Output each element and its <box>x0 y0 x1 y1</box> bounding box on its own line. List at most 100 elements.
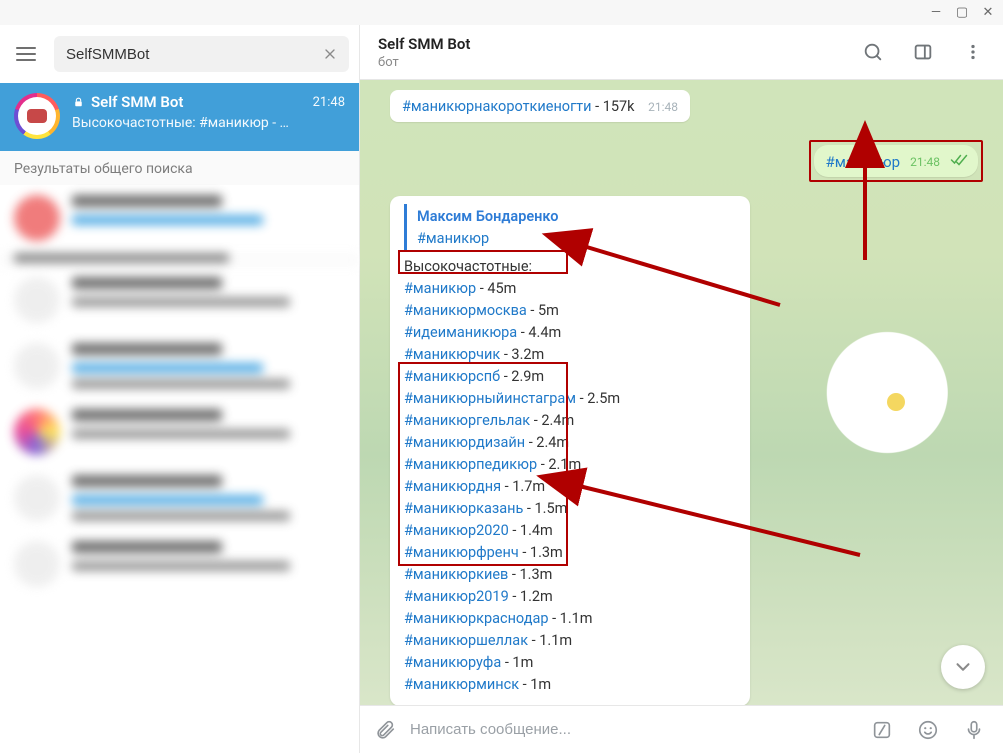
hashtag-link[interactable]: #маникюр <box>826 153 901 171</box>
panel-icon <box>912 41 934 63</box>
hashtag-count: - 2.4m <box>530 412 574 429</box>
hashtag-link[interactable]: #маникюрспб <box>404 368 500 385</box>
hashtag-link[interactable]: #маникюркиев <box>404 566 508 583</box>
slash-icon <box>871 719 893 741</box>
hashtag-link[interactable]: #маникюр2019 <box>404 588 509 605</box>
search-box[interactable] <box>54 36 349 72</box>
section-heading: Высокочастотные: <box>404 256 736 278</box>
message-time: 21:48 <box>910 155 940 169</box>
hashtag-link[interactable]: #маникюрказань <box>404 500 523 517</box>
attach-button[interactable] <box>364 709 406 751</box>
hashtag-link[interactable]: #маникюрныйинстаграм <box>404 390 576 407</box>
chat-title: Self SMM Bot <box>91 93 183 111</box>
hashtag-count: - 4.4m <box>517 324 561 341</box>
hashtag-count: - 2.1m <box>537 456 581 473</box>
hashtag-line: #маникюрказань - 1.5m <box>404 498 736 520</box>
message-in-reply[interactable]: Максим Бондаренко #маникюр Высокочастотн… <box>390 196 750 705</box>
chevron-down-icon <box>952 656 974 678</box>
hashtag-count: - 1m <box>519 676 551 693</box>
hashtag-link[interactable]: #маникюр <box>404 280 476 297</box>
hashtag-count: - 45m <box>476 280 516 297</box>
chat-time: 21:48 <box>313 95 345 110</box>
hashtag-count: - 3.2m <box>500 346 544 363</box>
hashtag-link[interactable]: #маникюркраснодар <box>404 610 548 627</box>
hashtag-count: - 1.5m <box>523 500 567 517</box>
hashtag-link[interactable]: #маникюрдизайн <box>404 434 525 451</box>
scroll-to-bottom-button[interactable] <box>941 645 985 689</box>
message-input[interactable] <box>410 721 857 738</box>
hashtag-count: - 2.5m <box>576 390 620 407</box>
hashtag-line: #маникюрдня - 1.7m <box>404 476 736 498</box>
clear-search-button[interactable] <box>317 41 343 67</box>
hashtag-link[interactable]: #маникюрмосква <box>404 302 527 319</box>
search-section-label: Результаты общего поиска <box>0 151 359 185</box>
sidebar: Self SMM Bot 21:48 Высокочастотные: #ман… <box>0 25 360 753</box>
hashtag-count: - 1.7m <box>501 478 545 495</box>
emoji-button[interactable] <box>907 709 949 751</box>
hashtag-line: #маникюрмосква - 5m <box>404 300 736 322</box>
hashtag-line: #маникюрфренч - 1.3m <box>404 542 736 564</box>
chat-preview: Высокочастотные: #маникюр - … <box>72 115 345 131</box>
hashtag-link[interactable]: #маникюруфа <box>404 654 501 671</box>
hashtag-line: #маникюр - 45m <box>404 278 736 300</box>
avatar <box>14 93 60 139</box>
paperclip-icon <box>374 719 396 741</box>
menu-button[interactable] <box>6 34 46 74</box>
more-vertical-icon <box>962 41 984 63</box>
read-checks-icon <box>950 153 968 171</box>
hashtag-link[interactable]: #маникюрфренч <box>404 544 519 561</box>
microphone-icon <box>963 719 985 741</box>
window-minimize-button[interactable]: — <box>929 6 943 20</box>
hashtag-line: #маникюр2019 - 1.2m <box>404 586 736 608</box>
hashtag-line: #маникюрпедикюр - 2.1m <box>404 454 736 476</box>
hashtag-line: #маникюр2020 - 1.4m <box>404 520 736 542</box>
hashtag-link[interactable]: #маникюршеллак <box>404 632 528 649</box>
more-button[interactable] <box>953 32 993 72</box>
message-in[interactable]: #маникюрнакороткиеногти - 157k 21:48 <box>390 90 690 122</box>
bot-icon <box>72 96 85 109</box>
window-close-button[interactable]: ✕ <box>981 6 995 20</box>
compose-bar <box>360 705 1003 753</box>
hashtag-count: - 1.3m <box>519 544 563 561</box>
hashtag-link[interactable]: #маникюргельлак <box>404 412 530 429</box>
annotation-box: #маникюр 21:48 <box>809 140 984 182</box>
side-panel-button[interactable] <box>903 32 943 72</box>
window-titlebar: — ▢ ✕ <box>0 0 1003 25</box>
hashtag-count: - 1.2m <box>509 588 553 605</box>
search-input[interactable] <box>66 46 317 63</box>
hashtag-line: #маникюршеллак - 1.1m <box>404 630 736 652</box>
message-out[interactable]: #маникюр 21:48 <box>814 145 979 177</box>
hashtag-link[interactable]: #маникюрпедикюр <box>404 456 537 473</box>
hashtag-link[interactable]: #маникюр2020 <box>404 522 509 539</box>
hashtag-line: #маникюрчик - 3.2m <box>404 344 736 366</box>
hashtag-line: #маникюрспб - 2.9m <box>404 366 736 388</box>
voice-button[interactable] <box>953 709 995 751</box>
hashtag-line: #маникюрныйинстаграм - 2.5m <box>404 388 736 410</box>
hashtag-link[interactable]: #маникюрдня <box>404 478 501 495</box>
header-title: Self SMM Bot <box>378 35 843 53</box>
active-chat-item[interactable]: Self SMM Bot 21:48 Высокочастотные: #ман… <box>0 83 359 151</box>
close-icon <box>322 46 338 62</box>
hashtag-link[interactable]: #маникюрминск <box>404 676 519 693</box>
hashtag-link[interactable]: #маникюрнакороткиеногти <box>402 98 592 115</box>
hashtag-count: - 2.4m <box>525 434 569 451</box>
chat-header: Self SMM Bot бот <box>360 25 1003 80</box>
hashtag-link[interactable]: #идеиманикюра <box>404 324 517 341</box>
text: - 157k <box>592 98 635 115</box>
hashtag-count: - 2.9m <box>500 368 544 385</box>
hashtag-line: #идеиманикюра - 4.4m <box>404 322 736 344</box>
window-maximize-button[interactable]: ▢ <box>955 6 969 20</box>
blurred-search-results <box>0 185 359 753</box>
hashtag-link[interactable]: #маникюрчик <box>404 346 500 363</box>
hashtag-line: #маникюркиев - 1.3m <box>404 564 736 586</box>
search-icon <box>862 41 884 63</box>
hashtag-count: - 1.1m <box>528 632 572 649</box>
commands-button[interactable] <box>861 709 903 751</box>
search-in-chat-button[interactable] <box>853 32 893 72</box>
reply-hashtag: #маникюр <box>417 228 736 250</box>
chat-panel: Self SMM Bot бот #маникюрнакороткиеногти… <box>360 25 1003 753</box>
message-time: 21:48 <box>648 100 678 114</box>
reply-header: Максим Бондаренко #маникюр <box>404 204 736 252</box>
hashtag-count: - 5m <box>527 302 559 319</box>
hashtag-count: - 1.3m <box>508 566 552 583</box>
